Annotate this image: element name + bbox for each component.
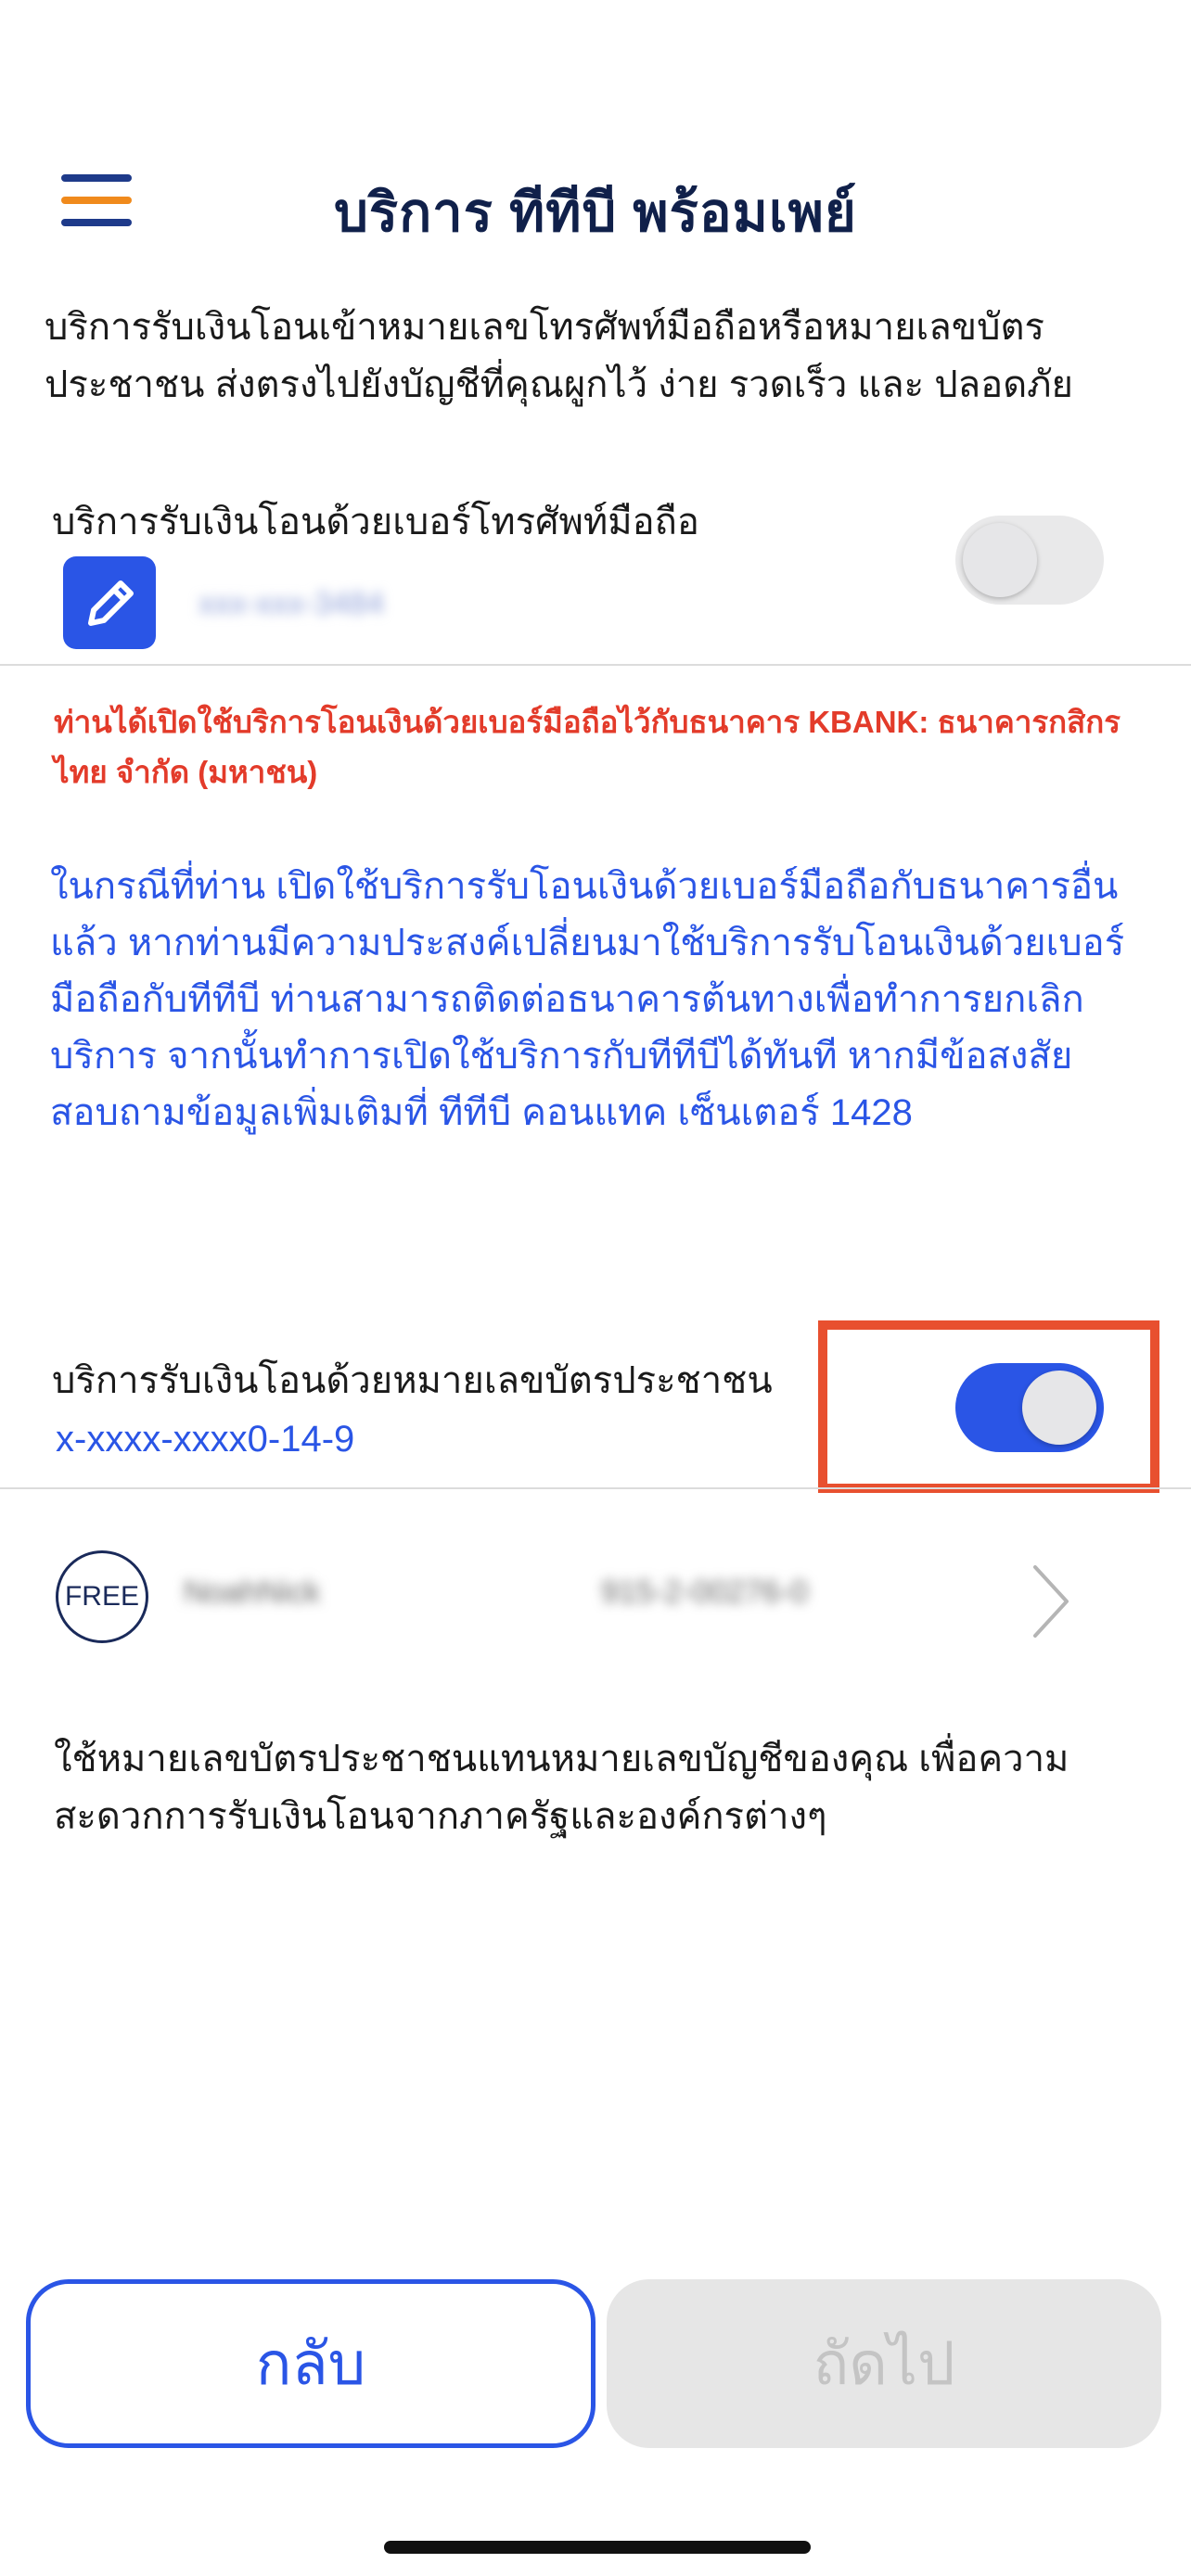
back-button[interactable]: กลับ bbox=[26, 2279, 596, 2448]
edit-button[interactable] bbox=[63, 556, 156, 649]
intro-text: บริการรับเงินโอนเข้าหมายเลขโทรศัพท์มือถื… bbox=[45, 307, 1073, 405]
mobile-number: xxx-xxx-3484 bbox=[198, 586, 385, 621]
highlight-box bbox=[818, 1320, 1159, 1493]
free-badge: FREE bbox=[56, 1550, 148, 1643]
mobile-service-toggle[interactable] bbox=[955, 516, 1104, 605]
pencil-icon bbox=[88, 580, 134, 626]
id-number: x-xxxx-xxxx0-14-9 bbox=[56, 1419, 355, 1460]
note-text: ใช้หมายเลขบัตรประชาชนแทนหมายเลขบัญชีของค… bbox=[54, 1739, 1069, 1837]
id-service-label: บริการรับเงินโอนด้วยหมายเลขบัตรประชาชน bbox=[52, 1360, 773, 1401]
account-row[interactable]: FREE NoahNick 915-2-00276-0 bbox=[0, 1491, 1191, 1697]
account-number: 915-2-00276-0 bbox=[601, 1575, 809, 1610]
chevron-right-icon bbox=[1033, 1565, 1069, 1638]
page-title: บริการ ทีทีบี พร้อมเพย์ bbox=[334, 183, 857, 243]
next-button[interactable]: ถัดไป bbox=[607, 2279, 1161, 2448]
mobile-service-label: บริการรับเงินโอนด้วยเบอร์โทรศัพท์มือถือ bbox=[52, 502, 699, 542]
divider bbox=[0, 1487, 1191, 1489]
home-indicator bbox=[384, 2541, 811, 2554]
account-name: NoahNick bbox=[184, 1575, 321, 1610]
info-text: ในกรณีที่ท่าน เปิดใช้บริการรับโอนเงินด้ว… bbox=[50, 866, 1125, 1133]
warning-text: ท่านได้เปิดใช้บริการโอนเงินด้วยเบอร์มือถ… bbox=[54, 705, 1121, 789]
toggle-knob bbox=[963, 523, 1037, 597]
divider bbox=[0, 664, 1191, 666]
